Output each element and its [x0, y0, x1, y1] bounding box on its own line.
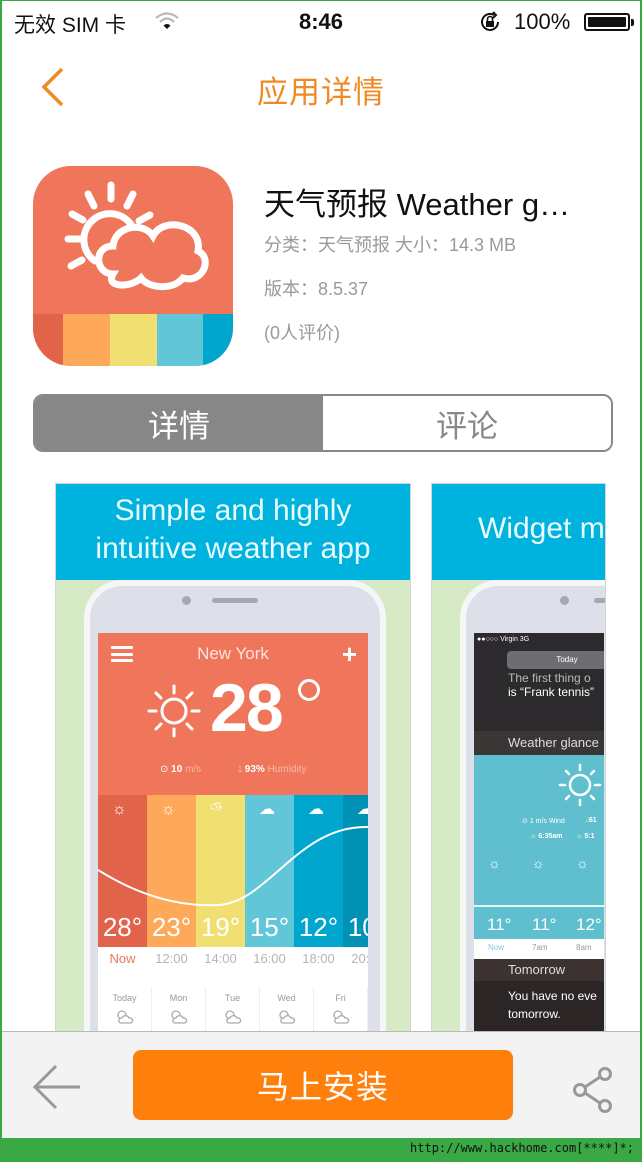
share-icon[interactable] — [572, 1066, 614, 1114]
current-temperature: 28 — [210, 670, 284, 746]
humidity-value: 93% — [244, 764, 265, 775]
widget-hours: Now 7am 8am — [474, 939, 604, 959]
partly-cloudy-icon — [116, 1010, 133, 1024]
widget-hour: 8am — [576, 943, 592, 952]
rotation-lock-icon — [481, 11, 499, 31]
arrow-left-icon[interactable] — [32, 1064, 82, 1110]
widget-weather-panel: ⊙ 1 m/s Wind 💧︎61 ☼ 6:35am ☼ 5:1 ☼ ☼ ☼ 1… — [474, 755, 604, 939]
hourly-time: 16:00 — [253, 951, 286, 966]
mock-status-bar: ●●○○○ Virgin 3G — [477, 636, 530, 643]
humidity-label: Humidity — [267, 764, 307, 775]
page-title: 应用详情 — [257, 75, 385, 110]
widget-temps: 11° 11° 12° — [474, 905, 604, 934]
app-rating-count: (0人评价) — [264, 323, 340, 343]
bottom-action-bar: 马上安装 — [2, 1031, 640, 1138]
tab-details[interactable]: 详情 — [35, 396, 323, 450]
battery-icon — [584, 13, 634, 31]
notification-line-1: The first thing o — [508, 671, 591, 685]
hourly-time: Now — [109, 951, 136, 966]
tab-reviews[interactable]: 评论 — [323, 396, 611, 450]
partly-cloudy-icon — [278, 1010, 295, 1024]
install-button[interactable]: 马上安装 — [133, 1050, 513, 1120]
daily-label: Wed — [277, 993, 296, 1003]
no-events-line-2: tomorrow. — [508, 1007, 561, 1021]
banner-line-2: intuitive weather app — [95, 532, 371, 565]
wind-value: 10 — [171, 764, 183, 775]
no-events-text: You have no eve tomorrow. — [474, 981, 604, 1033]
watermark-text: http://www.hackhome.com[****]*; — [410, 1141, 634, 1155]
daily-label: Fri — [335, 993, 346, 1003]
app-version: 版本：8.5.37 — [264, 279, 369, 299]
sunset-time: ☼ 5:1 — [576, 833, 595, 840]
hourly-time: 18:00 — [302, 951, 335, 966]
widget-hour: 7am — [532, 943, 548, 952]
humidity-readout: 💧︎ 93% Humidity — [238, 764, 306, 775]
screenshot-banner: Widget m — [432, 484, 605, 580]
daily-label: Mon — [169, 993, 188, 1003]
current-weather-panel: New York + 28 ⊙ 10 m/s 💧︎ 93% Humidity — [98, 633, 368, 795]
daily-label: Tue — [224, 993, 241, 1003]
sunrise-time: ☼ 6:35am — [530, 833, 563, 840]
battery-percent: 100% — [514, 9, 571, 34]
sun-icon — [147, 684, 201, 738]
weather-app-screen: New York + 28 ⊙ 10 m/s 💧︎ 93% Humidity ☼… — [98, 633, 368, 1053]
temperature-curve — [98, 825, 368, 907]
widget-temp: 11° — [532, 915, 557, 934]
nav-bar: 应用详情 — [2, 41, 640, 131]
wind-readout: ⊙ 10 m/s — [160, 764, 201, 775]
banner-line-1: Widget m — [478, 512, 605, 545]
wind-unit: m/s — [185, 764, 202, 775]
widget-hour: Now — [488, 943, 505, 952]
status-bar: 无效 SIM 卡 8:46 100% — [2, 1, 640, 41]
city-name: New York — [197, 644, 269, 663]
widget-temp: 11° — [487, 915, 512, 934]
drop-icon: 💧︎ — [238, 764, 242, 775]
app-icon — [33, 166, 233, 366]
hourly-time: 14:00 — [204, 951, 237, 966]
banner-line-1: Simple and highly — [114, 494, 352, 527]
app-name: 天气预报 Weather g… — [264, 187, 571, 222]
screenshot-banner: Simple and highly intuitive weather app — [56, 484, 410, 580]
detail-tabs: 详情 评论 — [33, 394, 613, 452]
sun-icon: ☼ — [488, 855, 501, 871]
sun-icon — [558, 763, 602, 807]
sun-icon: ☼ — [532, 855, 545, 871]
app-icon-stripes — [33, 314, 233, 366]
widget-temp: 12° — [576, 915, 602, 934]
today-tab: Today — [507, 651, 604, 669]
hourly-times: Now 12:00 14:00 16:00 18:00 20:00 — [98, 951, 368, 966]
app-detail-screen: 无效 SIM 卡 8:46 100% 应用详情 天气预报 Weather g… … — [0, 0, 642, 1138]
degree-symbol — [298, 679, 320, 701]
tomorrow-header: Tomorrow — [474, 959, 604, 981]
daily-label: Today — [112, 993, 137, 1003]
widget-humidity: 💧︎61 — [586, 817, 597, 824]
partly-cloudy-icon — [224, 1010, 241, 1024]
watermark-bar: http://www.hackhome.com[****]*; — [0, 1138, 642, 1162]
widget-screen: ●●○○○ Virgin 3G Today The first thing o … — [474, 633, 604, 1033]
hourly-time: 12:00 — [155, 951, 188, 966]
notification-line-2: is “Frank tennis” — [508, 685, 595, 699]
widget-wind: ⊙ 1 m/s Wind — [522, 818, 565, 825]
hourly-time: 20:00 — [351, 951, 368, 966]
partly-cloudy-icon — [170, 1010, 187, 1024]
no-events-line-1: You have no eve — [508, 989, 597, 1003]
app-category-size: 分类：天气预报 大小：14.3 MB — [264, 235, 517, 255]
wind-icon: ⊙ — [160, 764, 169, 775]
weather-glance-header: Weather glance — [474, 731, 604, 755]
sun-icon: ☼ — [576, 855, 589, 871]
plus-icon: + — [341, 639, 357, 669]
partly-cloudy-icon — [332, 1010, 349, 1024]
